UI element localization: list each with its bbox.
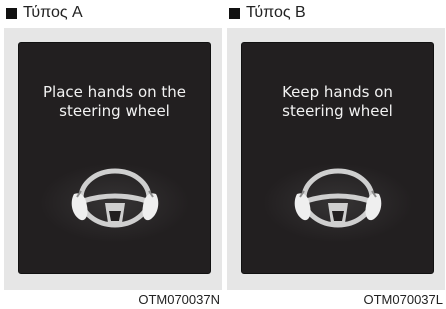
- illustration-frame: Keep hands on steering wheel: [227, 28, 445, 290]
- warning-message: Place hands on the steering wheel: [42, 83, 187, 120]
- hands-on-wheel-icon: [65, 161, 165, 231]
- illustration-frame: Place hands on the steering wheel: [4, 28, 222, 290]
- hands-on-wheel-icon: [288, 161, 388, 231]
- panel-type-b: Τύπος B Keep hands on steering wheel OTM…: [227, 0, 445, 309]
- warning-message: Keep hands on steering wheel: [282, 83, 393, 120]
- panel-header: Τύπος A: [4, 0, 224, 26]
- panel-header: Τύπος B: [227, 0, 446, 26]
- steering-wheel-icon: [294, 168, 382, 228]
- cluster-display: Place hands on the steering wheel: [18, 42, 211, 274]
- panel-title: Τύπος A: [23, 4, 83, 21]
- cluster-display: Keep hands on steering wheel: [241, 42, 434, 274]
- figure-code: OTM070037N: [138, 292, 220, 307]
- bullet-square-icon: [6, 7, 17, 19]
- bullet-square-icon: [229, 7, 240, 19]
- steering-wheel-icon: [71, 168, 159, 228]
- panel-title: Τύπος B: [246, 4, 306, 21]
- panel-type-a: Τύπος A Place hands on the steering whee…: [4, 0, 222, 309]
- figure-code: OTM070037L: [363, 292, 444, 307]
